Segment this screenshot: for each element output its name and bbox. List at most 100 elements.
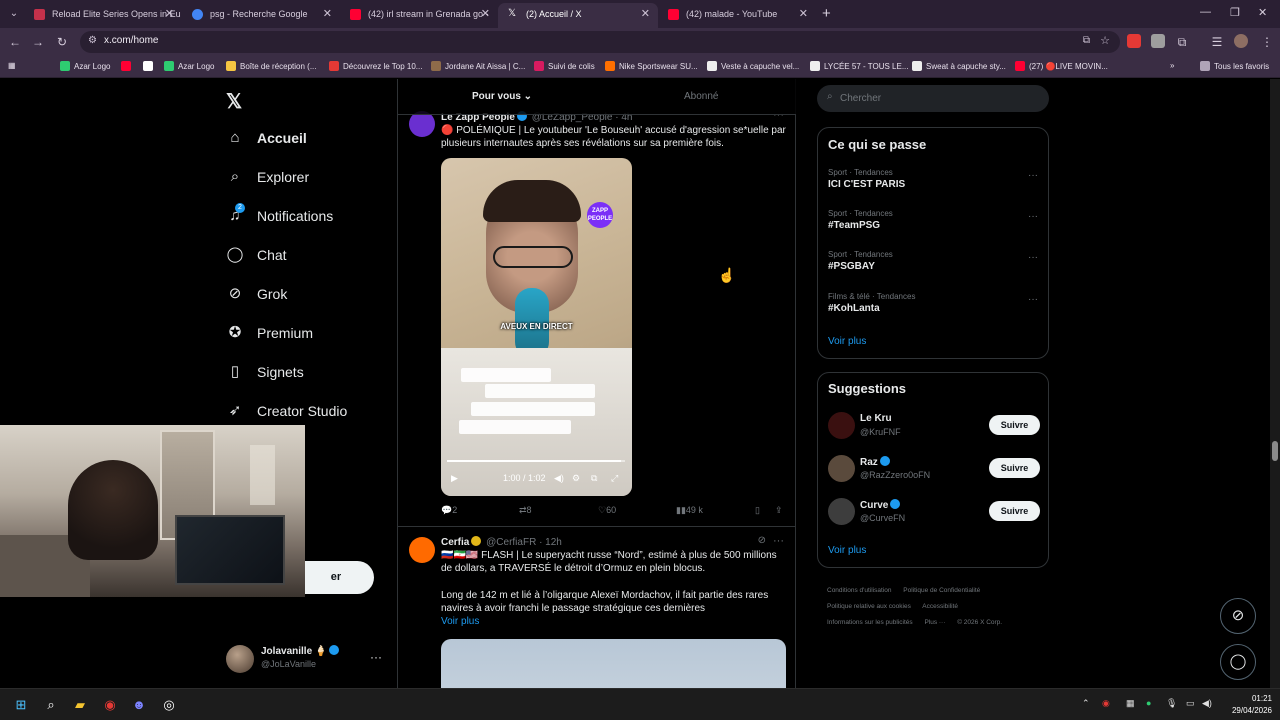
chrome-icon[interactable]: ◉: [101, 696, 119, 714]
extension-icon[interactable]: [1151, 34, 1165, 48]
trend-item[interactable]: Sport · Tendances #TeamPSG ···: [828, 209, 1038, 231]
more-icon[interactable]: ···: [1028, 252, 1038, 263]
bookmark-item[interactable]: Azar Logo: [164, 61, 214, 71]
forward-icon[interactable]: →: [29, 33, 47, 51]
back-icon[interactable]: ←: [6, 33, 24, 51]
fullscreen-icon[interactable]: ⤢: [611, 473, 618, 484]
tweet-image[interactable]: [441, 639, 786, 688]
file-explorer-icon[interactable]: ▰: [71, 696, 89, 714]
bookmark-item[interactable]: [121, 61, 135, 71]
volume-icon[interactable]: ◀): [1202, 698, 1212, 709]
play-icon[interactable]: ▶: [451, 473, 458, 484]
views-button[interactable]: ▮▮ 49 k: [676, 505, 703, 516]
browser-tab-active[interactable]: 𝕏 (2) Accueil / X ✕: [498, 3, 658, 28]
chrome-menu-icon[interactable]: ⋮: [1258, 33, 1276, 51]
tray-app-icon[interactable]: ●: [1146, 698, 1151, 708]
extensions-puzzle-icon[interactable]: ⧉: [1173, 33, 1191, 51]
bookmark-item[interactable]: [143, 61, 157, 71]
window-close-icon[interactable]: ✕: [1258, 6, 1267, 19]
install-icon[interactable]: ⧉: [1083, 35, 1090, 46]
more-icon[interactable]: ···: [1028, 170, 1038, 181]
show-more-link[interactable]: Voir plus: [441, 616, 479, 627]
all-bookmarks[interactable]: Tous les favoris: [1200, 61, 1269, 71]
search-icon[interactable]: ⌕: [42, 696, 60, 714]
like-button[interactable]: ♡ 60: [598, 505, 616, 516]
trend-item[interactable]: Sport · Tendances ICI C'EST PARIS ···: [828, 168, 1038, 190]
show-more-link[interactable]: Voir plus: [828, 545, 866, 556]
repost-button[interactable]: ⇄ 8: [519, 505, 532, 516]
bookmark-item[interactable]: Découvrez le Top 10...: [329, 61, 422, 71]
suggestion-item[interactable]: Le Kru @KruFNF Suivre: [828, 412, 1040, 442]
extension-icon[interactable]: [1127, 34, 1141, 48]
nav-home[interactable]: ⌂ Accueil: [226, 124, 306, 152]
nav-creator-studio[interactable]: ➶ Creator Studio: [226, 397, 348, 425]
video-progress-bar[interactable]: [447, 460, 625, 462]
tweet[interactable]: Le Zapp People @LeZapp_People · 4h ··· 🔴…: [398, 99, 796, 527]
discord-icon[interactable]: ☻: [130, 696, 148, 714]
tray-app-icon[interactable]: ◉: [1102, 698, 1110, 709]
bookmark-item[interactable]: Boîte de réception (...: [226, 61, 317, 71]
bookmark-icon[interactable]: ▯: [755, 505, 760, 516]
nav-chat[interactable]: ◯ Chat: [226, 241, 287, 269]
bookmark-star-icon[interactable]: ☆: [1100, 34, 1110, 47]
profile-avatar[interactable]: [1234, 34, 1248, 48]
more-icon[interactable]: ···: [370, 650, 382, 664]
more-icon[interactable]: ···: [1028, 294, 1038, 305]
bookmark-item[interactable]: Jordane Ait Aissa | C...: [431, 61, 525, 71]
bookmark-item[interactable]: Sweat à capuche sty...: [912, 61, 1006, 71]
reading-list-icon[interactable]: ☰: [1208, 33, 1226, 51]
trend-item[interactable]: Films & télé · Tendances #KohLanta ···: [828, 292, 1038, 314]
tab-close-icon[interactable]: ✕: [165, 3, 174, 25]
browser-tab-2[interactable]: psg - Recherche Google ✕: [182, 3, 340, 28]
new-tab-icon[interactable]: +: [822, 5, 831, 22]
tab-close-icon[interactable]: ✕: [323, 3, 332, 25]
address-bar[interactable]: ⚙ x.com/home ⧉ ☆: [80, 31, 1120, 53]
windows-start-icon[interactable]: ⊞: [12, 696, 30, 714]
minimize-icon[interactable]: —: [1200, 6, 1211, 18]
suggestion-item[interactable]: Curve @CurveFN Suivre: [828, 498, 1040, 528]
suggestion-item[interactable]: Raz @RazZzero0oFN Suivre: [828, 455, 1040, 485]
reload-icon[interactable]: ↻: [53, 33, 71, 51]
nav-bookmarks[interactable]: ▯ Signets: [226, 358, 304, 386]
tab-close-icon[interactable]: ✕: [799, 3, 808, 25]
tray-overflow-icon[interactable]: ⌃: [1082, 698, 1090, 709]
tab-for-you[interactable]: Pour vous ⌄: [472, 91, 532, 102]
follow-button[interactable]: Suivre: [989, 415, 1040, 435]
tray-app-icon[interactable]: ▦: [1126, 698, 1135, 709]
reply-button[interactable]: 💬 2: [441, 505, 457, 516]
search-input[interactable]: ⌕ Chercher: [817, 85, 1049, 112]
settings-icon[interactable]: ⚙: [572, 473, 580, 484]
bookmark-item[interactable]: Veste à capuche vel...: [707, 61, 799, 71]
share-icon[interactable]: ⇪: [775, 505, 783, 516]
obs-icon[interactable]: ◎: [160, 696, 178, 714]
grok-icon[interactable]: ⊘: [758, 535, 766, 546]
tab-close-icon[interactable]: ✕: [481, 3, 490, 25]
scrollbar[interactable]: [1270, 79, 1280, 688]
site-info-icon[interactable]: ⚙: [88, 35, 97, 46]
bookmark-item[interactable]: Azar Logo: [60, 61, 110, 71]
browser-tab-3[interactable]: (42) irl stream in Grenada go - ✕: [340, 3, 498, 28]
nav-premium[interactable]: ✪ Premium: [226, 319, 313, 347]
tab-close-icon[interactable]: ✕: [641, 3, 650, 25]
bookmark-item[interactable]: Nike Sportswear SU...: [605, 61, 698, 71]
nav-grok[interactable]: ⊘ Grok: [226, 280, 288, 308]
tweet-video[interactable]: ZAPP PEOPLE AVEUX EN DIRECT ▶ 1:00 / 1:0…: [441, 158, 632, 496]
browser-tab-1[interactable]: Reload Elite Series Opens in Eu ✕: [24, 3, 182, 28]
tab-search-icon[interactable]: ⌄: [6, 6, 22, 22]
bookmark-item[interactable]: Suivi de colis: [534, 61, 595, 71]
follow-button[interactable]: Suivre: [989, 458, 1040, 478]
restore-icon[interactable]: ❐: [1230, 6, 1240, 19]
x-logo-icon[interactable]: 𝕏: [226, 89, 242, 114]
messages-fab-icon[interactable]: ◯: [1220, 644, 1256, 680]
bookmark-item[interactable]: (27) 🔴LIVE MOVIN...: [1015, 61, 1108, 71]
tweet[interactable]: Cerfia @CerfiaFR · 12h ··· ⊘ 🇷🇺🇮🇷🇺🇸 FLAS…: [398, 527, 796, 688]
show-more-link[interactable]: Voir plus: [828, 336, 866, 347]
follow-button[interactable]: Suivre: [989, 501, 1040, 521]
nav-explore[interactable]: ⌕ Explorer: [226, 163, 309, 191]
system-clock[interactable]: 01:21 29/04/2026: [1222, 693, 1272, 717]
apps-grid-icon[interactable]: ▦: [8, 61, 16, 70]
more-icon[interactable]: ···: [773, 535, 784, 547]
picture-in-picture-icon[interactable]: ⧉: [591, 473, 597, 484]
volume-icon[interactable]: ◀): [554, 473, 564, 484]
grok-fab-icon[interactable]: ⊘: [1220, 598, 1256, 634]
